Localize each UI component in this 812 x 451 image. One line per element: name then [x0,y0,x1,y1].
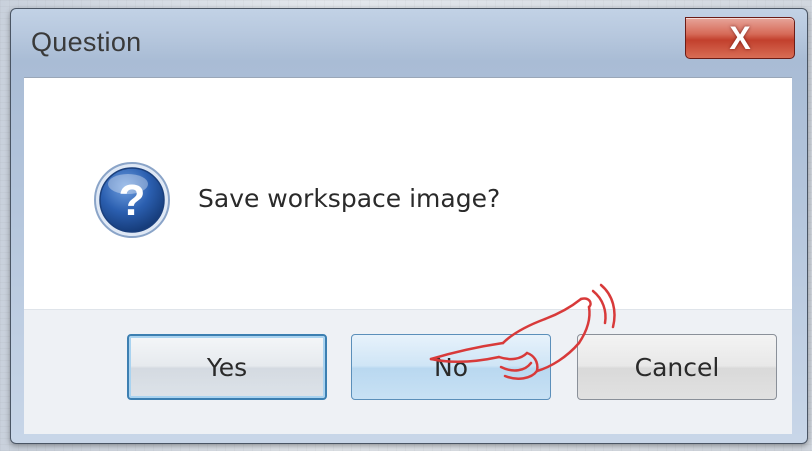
question-icon: ? [92,160,172,240]
title-bar[interactable]: Question X [11,9,807,81]
cancel-button[interactable]: Cancel [577,334,777,400]
question-glyph: ? [119,176,146,225]
window-title: Question [31,27,142,57]
question-dialog: Question X ? Save workspace image? Yes N… [10,8,808,444]
screen: Question X ? Save workspace image? Yes N… [0,0,812,451]
dialog-message: Save workspace image? [198,184,501,213]
close-icon: X [729,20,751,56]
close-button[interactable]: X [685,17,795,59]
no-button[interactable]: No [351,334,551,400]
message-area: ? Save workspace image? [24,77,792,310]
yes-button[interactable]: Yes [127,334,327,400]
